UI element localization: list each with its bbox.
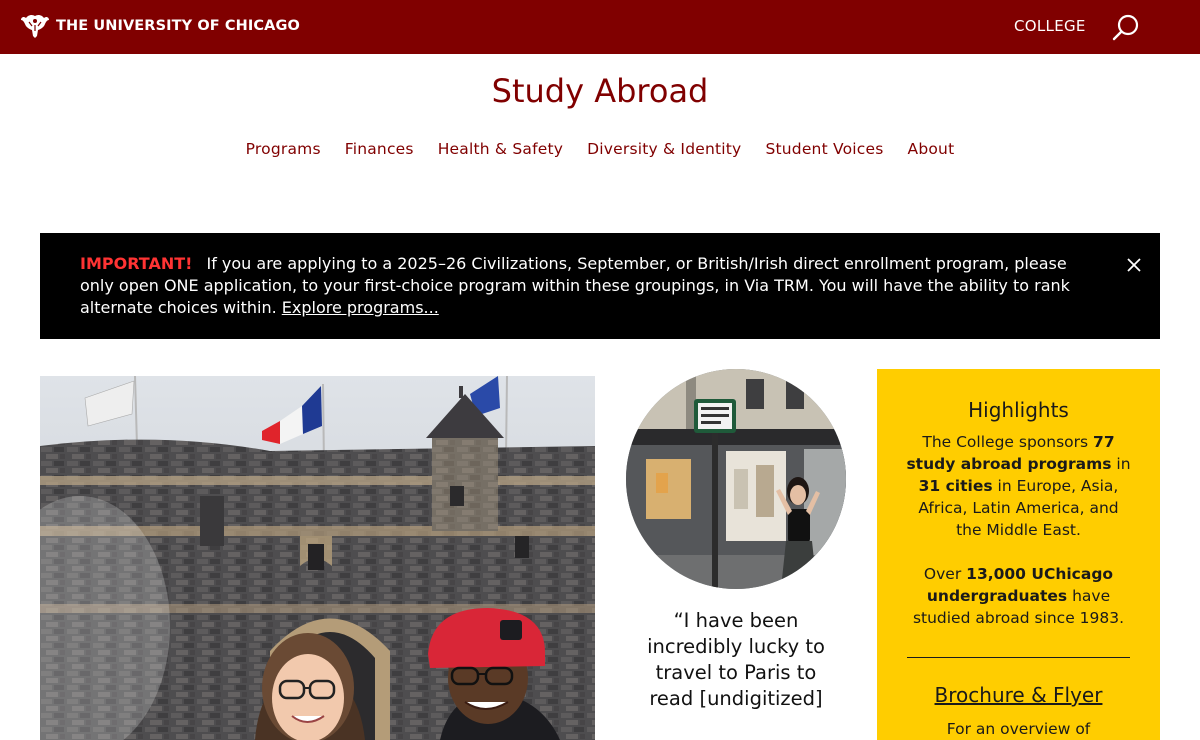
search-icon <box>1112 14 1139 41</box>
nav-item-programs[interactable]: Programs <box>234 140 333 158</box>
cities-count: 31 cities <box>918 477 993 495</box>
highlights-programs-text: The College sponsors 77 study abroad pro… <box>905 431 1132 541</box>
nav-item-health-safety[interactable]: Health & Safety <box>426 140 575 158</box>
paris-street-photo-illustration <box>626 369 846 589</box>
highlights-text-part: in <box>1116 455 1131 473</box>
nav-item-diversity-identity[interactable]: Diversity & Identity <box>575 140 753 158</box>
brochure-flyer-link[interactable]: Brochure & Flyer <box>905 682 1132 708</box>
highlights-heading: Highlights <box>968 398 1069 422</box>
university-name: THE UNIVERSITY OF CHICAGO <box>56 18 300 34</box>
top-bar: THE UNIVERSITY OF CHICAGO COLLEGE <box>0 0 1200 54</box>
close-icon <box>1127 258 1141 272</box>
college-link[interactable]: COLLEGE <box>1014 17 1086 35</box>
nav-item-about[interactable]: About <box>896 140 967 158</box>
hero-photo-students-castle <box>40 376 595 740</box>
important-alert-banner: IMPORTANT! If you are applying to a 2025–… <box>40 233 1160 339</box>
explore-programs-link[interactable]: Explore programs... <box>282 298 439 317</box>
highlights-divider <box>907 657 1130 658</box>
highlights-students-text: Over 13,000 UChicago undergraduates have… <box>905 563 1132 629</box>
phoenix-logo-icon <box>21 14 49 39</box>
nav-item-student-voices[interactable]: Student Voices <box>753 140 895 158</box>
main-nav: Programs Finances Health & Safety Divers… <box>0 140 1200 158</box>
highlights-text-part: The College sponsors <box>922 433 1089 451</box>
student-voice-photo[interactable] <box>626 369 846 589</box>
highlights-box: Highlights The College sponsors 77 study… <box>877 369 1160 740</box>
highlights-text-part: Over <box>923 565 962 583</box>
castle-photo-illustration <box>40 376 595 740</box>
alert-close-button[interactable] <box>1126 257 1142 273</box>
nav-item-finances[interactable]: Finances <box>333 140 426 158</box>
brochure-description: For an overview of <box>946 720 1091 738</box>
student-quote[interactable]: “I have been incredibly lucky to travel … <box>640 608 832 712</box>
alert-label: IMPORTANT! <box>80 254 193 273</box>
alert-text: If you are applying to a 2025–26 Civiliz… <box>80 254 1070 317</box>
university-home-link[interactable]: THE UNIVERSITY OF CHICAGO <box>20 13 300 39</box>
site-title[interactable]: Study Abroad <box>0 72 1200 110</box>
search-button[interactable] <box>1110 12 1142 44</box>
